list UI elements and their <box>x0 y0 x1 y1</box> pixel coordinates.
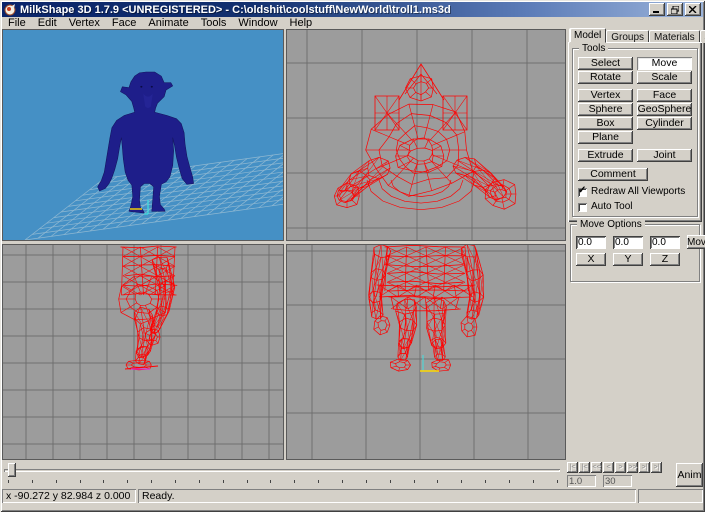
ruler-tick <box>223 480 224 483</box>
viewport-3d-perspective[interactable] <box>2 29 284 241</box>
tab-model[interactable]: Model <box>569 28 606 43</box>
ruler-tick <box>80 480 81 483</box>
viewport-top-wireframe[interactable] <box>286 29 566 241</box>
playback-controls: |<|<<<<>>>>|>| Anim <box>565 462 703 488</box>
ruler-tick <box>437 480 438 483</box>
ruler-tick <box>318 480 319 483</box>
ruler-tick <box>461 480 462 483</box>
axis-buttons-row: XYZ <box>576 253 694 266</box>
ruler-tick <box>247 480 248 483</box>
ruler-tick <box>199 480 200 483</box>
timeline-track[interactable] <box>4 469 560 472</box>
tool-checkboxes: ✓ Redraw All Viewports Auto Tool <box>578 187 692 212</box>
move-options-label: Move Options <box>577 219 645 230</box>
status-bar: x -90.272 y 82.984 z 0.000 Ready. <box>2 488 703 504</box>
checkbox-row-auto-tool: Auto Tool <box>578 202 692 212</box>
move-value-field-z[interactable] <box>650 236 680 249</box>
move-apply-button[interactable]: Move <box>687 235 705 249</box>
tool-button-extrude[interactable]: Extrude <box>578 149 633 162</box>
status-coordinates: x -90.272 y 82.984 z 0.000 <box>2 489 136 503</box>
ruler-tick <box>342 480 343 483</box>
fast-rewind-button[interactable]: << <box>591 462 602 473</box>
ruler-tick <box>8 480 9 483</box>
anim-toggle-button[interactable]: Anim <box>676 463 703 487</box>
total-frames-field[interactable] <box>603 475 632 487</box>
ruler-tick <box>103 480 104 483</box>
tool-buttons: Select Move Rotate Scale Vertex Face Sphere Geo… <box>578 57 692 162</box>
restore-button[interactable] <box>667 3 683 16</box>
timeline-ruler[interactable] <box>8 480 558 486</box>
tools-group-label: Tools <box>579 43 608 54</box>
tool-button-geosphere[interactable]: GeoSphere <box>637 103 692 116</box>
tool-button-joint[interactable]: Joint <box>637 149 692 162</box>
playback-buttons: |<|<<<<>>>>|>| <box>567 462 662 473</box>
tool-button-sphere[interactable]: Sphere <box>578 103 633 116</box>
close-button[interactable] <box>685 3 701 16</box>
checkbox-auto-tool[interactable] <box>578 203 587 212</box>
ruler-tick <box>557 480 558 483</box>
prev-frame-button[interactable]: < <box>603 462 614 473</box>
ruler-tick <box>509 480 510 483</box>
ruler-tick <box>366 480 367 483</box>
axis-button-x[interactable]: X <box>576 253 606 266</box>
move-options-groupbox: Move Options Move XYZ <box>570 224 700 282</box>
titlebar[interactable]: MilkShape 3D 1.7.9 <UNREGISTERED> - C:\o… <box>2 2 703 17</box>
ruler-tick <box>32 480 33 483</box>
last-frame-button[interactable]: >| <box>651 462 662 473</box>
panel-tabs: ModelGroupsMaterialsJoints <box>569 28 703 43</box>
window-controls <box>649 3 701 16</box>
ruler-tick <box>127 480 128 483</box>
tool-button-box[interactable]: Box <box>578 117 633 130</box>
tool-button-cylinder[interactable]: Cylinder <box>637 117 692 130</box>
checkbox-label-redraw-all-viewports: Redraw All Viewports <box>591 187 685 197</box>
next-key-button[interactable]: >| <box>639 462 650 473</box>
axis-button-y[interactable]: Y <box>613 253 643 266</box>
tool-button-scale[interactable]: Scale <box>637 71 692 84</box>
ruler-tick <box>485 480 486 483</box>
app-icon <box>4 3 17 16</box>
next-frame-button[interactable]: > <box>615 462 626 473</box>
status-extra-panel <box>638 489 703 503</box>
first-frame-button[interactable]: |< <box>567 462 578 473</box>
tool-button-vertex[interactable]: Vertex <box>578 89 633 102</box>
tool-button-move[interactable]: Move <box>637 57 692 70</box>
tool-button-plane[interactable]: Plane <box>578 131 633 144</box>
checkbox-redraw-all-viewports[interactable]: ✓ <box>578 188 587 197</box>
minimize-button[interactable] <box>649 3 665 16</box>
model-tab-page: Tools Select Move Rotate Scale Vertex Face Sph… <box>568 42 702 222</box>
ruler-tick <box>414 480 415 483</box>
playback-fields <box>567 475 632 487</box>
ruler-tick <box>294 480 295 483</box>
prev-key-button[interactable]: |< <box>579 462 590 473</box>
tools-groupbox: Tools SelectMoveRotateScaleVertexFaceSph… <box>572 48 698 217</box>
checkbox-row-redraw-all-viewports: ✓ Redraw All Viewports <box>578 187 692 197</box>
ruler-tick <box>270 480 271 483</box>
ruler-tick <box>533 480 534 483</box>
ruler-tick <box>56 480 57 483</box>
axis-button-z[interactable]: Z <box>650 253 680 266</box>
fast-forward-button[interactable]: >> <box>627 462 638 473</box>
ruler-tick <box>151 480 152 483</box>
side-panel: ModelGroupsMaterialsJoints Tools Select M… <box>568 28 703 462</box>
viewport-front-wireframe[interactable] <box>286 244 566 460</box>
move-fields-row: Move <box>576 235 694 249</box>
window-title: MilkShape 3D 1.7.9 <UNREGISTERED> - C:\o… <box>20 4 451 16</box>
tool-button-rotate[interactable]: Rotate <box>578 71 633 84</box>
current-frame-field[interactable] <box>567 475 596 487</box>
move-value-field-y[interactable] <box>613 236 643 249</box>
timeline-bar: |<|<<<<>>>>|>| Anim <box>2 462 703 488</box>
viewport-side-wireframe[interactable] <box>2 244 284 460</box>
comment-button[interactable]: Comment <box>578 168 648 181</box>
check-mark-icon: ✓ <box>578 185 586 196</box>
ruler-tick <box>390 480 391 483</box>
tool-button-select[interactable]: Select <box>578 57 633 70</box>
ruler-tick <box>175 480 176 483</box>
move-value-field-x[interactable] <box>576 236 606 249</box>
tool-button-face[interactable]: Face <box>637 89 692 102</box>
viewport-area <box>2 28 568 462</box>
status-message: Ready. <box>138 489 636 503</box>
milkshape-window: MilkShape 3D 1.7.9 <UNREGISTERED> - C:\o… <box>0 0 705 512</box>
timeline-slider-thumb[interactable] <box>8 463 16 477</box>
checkbox-label-auto-tool: Auto Tool <box>591 202 633 212</box>
